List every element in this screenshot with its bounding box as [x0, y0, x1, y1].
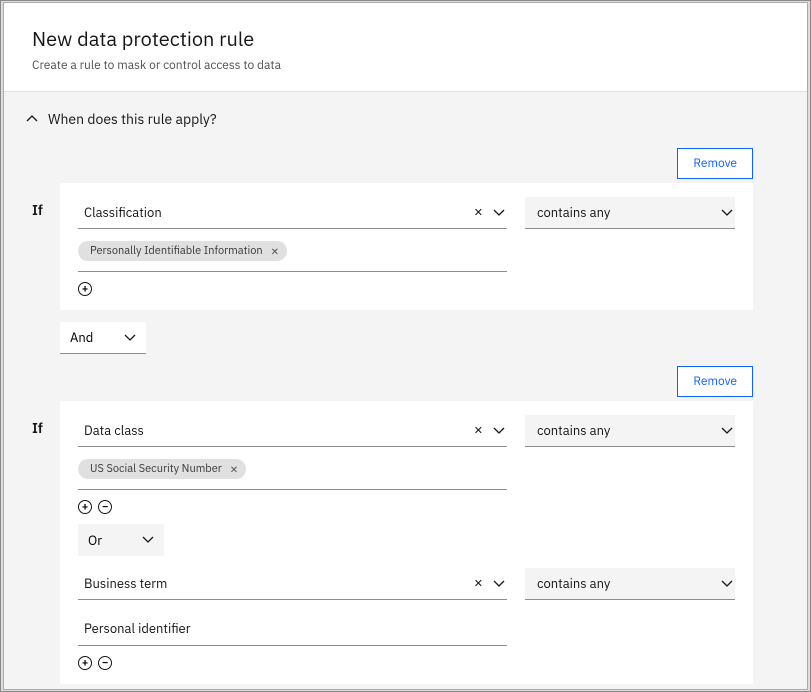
remove-button[interactable]: Remove [677, 148, 753, 179]
tag-pii: Personally Identifiable Information ✕ [78, 241, 287, 261]
section-header[interactable]: When does this rule apply? [30, 110, 781, 128]
field-select[interactable]: Business term ✕ [78, 568, 507, 600]
operator-select[interactable]: contains any [525, 197, 735, 229]
chevron-down-icon[interactable] [721, 580, 733, 588]
tag-ssn: US Social Security Number ✕ [78, 459, 246, 479]
remove-button[interactable]: Remove [677, 366, 753, 397]
tag-label: Personally Identifiable Information [90, 244, 263, 258]
chevron-down-icon[interactable] [124, 334, 136, 342]
operator-select[interactable]: contains any [525, 415, 735, 447]
tag-remove-icon[interactable]: ✕ [271, 245, 279, 258]
section-title: When does this rule apply? [48, 110, 217, 128]
value-text: Personal identifier [84, 620, 190, 637]
page-title: New data protection rule [32, 25, 779, 52]
clear-icon[interactable]: ✕ [474, 577, 483, 591]
remove-icon[interactable]: − [98, 500, 112, 514]
inner-connector-select[interactable]: Or [78, 524, 164, 556]
add-icon[interactable]: + [78, 656, 92, 670]
logical-connector-select[interactable]: And [60, 322, 146, 354]
field-value: Classification [84, 204, 162, 221]
chevron-up-icon[interactable] [26, 115, 38, 123]
field-select[interactable]: Data class ✕ [78, 415, 507, 447]
operator-select[interactable]: contains any [525, 568, 735, 600]
add-icon[interactable]: + [78, 500, 92, 514]
chevron-down-icon[interactable] [493, 427, 505, 435]
tags-input[interactable]: Personally Identifiable Information ✕ [78, 239, 507, 272]
if-label: If [32, 201, 43, 219]
operator-value: contains any [537, 204, 610, 221]
modal-panel: New data protection rule Create a rule t… [3, 2, 808, 690]
clear-icon[interactable]: ✕ [474, 206, 483, 220]
condition-block-2: If Data class ✕ US Social Security Numbe… [60, 401, 753, 684]
tag-remove-icon[interactable]: ✕ [230, 463, 238, 476]
clear-icon[interactable]: ✕ [474, 424, 483, 438]
chevron-down-icon[interactable] [493, 580, 505, 588]
connector-value: And [70, 329, 93, 346]
remove-icon[interactable]: − [98, 656, 112, 670]
chevron-down-icon[interactable] [721, 427, 733, 435]
if-label: If [32, 419, 43, 437]
chevron-down-icon[interactable] [142, 536, 154, 544]
operator-value: contains any [537, 575, 610, 592]
chevron-down-icon[interactable] [493, 209, 505, 217]
add-icon[interactable]: + [78, 282, 92, 296]
field-value: Business term [84, 575, 167, 592]
modal-header: New data protection rule Create a rule t… [4, 3, 807, 92]
chevron-down-icon[interactable] [721, 209, 733, 217]
tag-label: US Social Security Number [90, 462, 222, 476]
connector-value: Or [88, 532, 102, 549]
condition-block-1: If Classification ✕ Personally Identifia… [60, 183, 753, 310]
value-input[interactable]: Personal identifier [78, 612, 507, 646]
tags-input[interactable]: US Social Security Number ✕ [78, 457, 507, 490]
field-value: Data class [84, 422, 144, 439]
operator-value: contains any [537, 422, 610, 439]
modal-body: When does this rule apply? Remove If Cla… [4, 92, 807, 690]
page-subtitle: Create a rule to mask or control access … [32, 58, 779, 73]
field-select[interactable]: Classification ✕ [78, 197, 507, 229]
